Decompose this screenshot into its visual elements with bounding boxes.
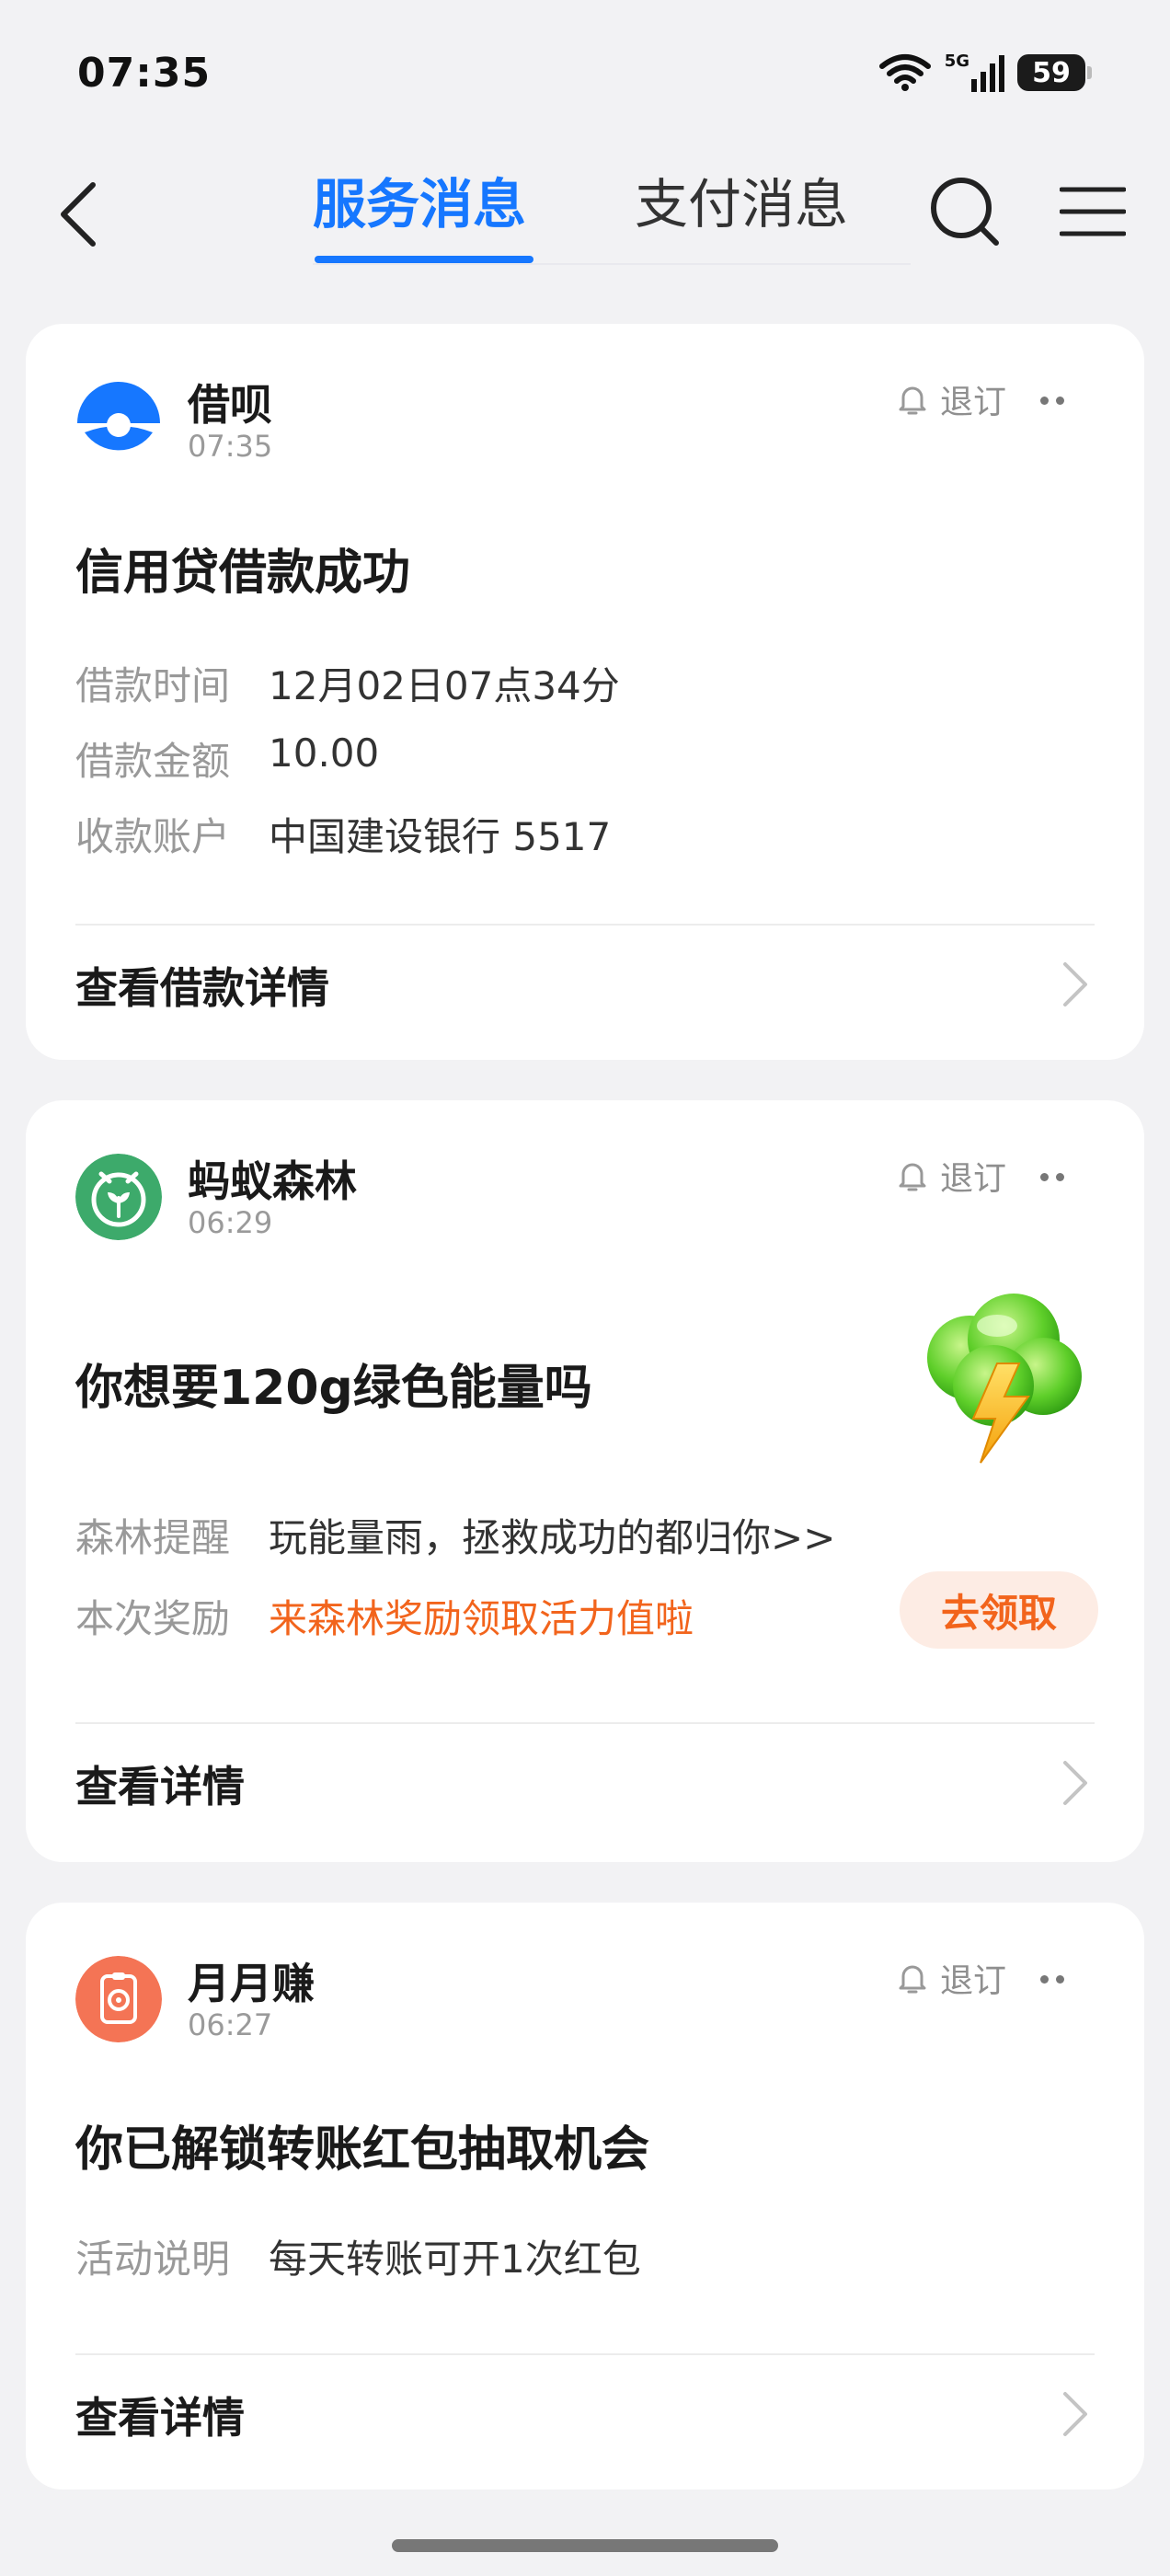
signal-5g-icon: 5G: [945, 53, 1004, 92]
message-time: 06:27: [188, 2007, 273, 2042]
bell-icon: [899, 386, 926, 415]
more-dot-icon: [1056, 396, 1064, 405]
battery-icon: 59: [1017, 54, 1092, 91]
more-options-button[interactable]: [1025, 377, 1080, 423]
view-details-link[interactable]: 查看详情: [26, 1724, 1144, 1834]
field-label: 借款时间: [75, 663, 231, 708]
message-title: 信用贷借款成功: [75, 546, 411, 601]
status-time: 07:35: [77, 50, 212, 97]
menu-button[interactable]: [1054, 166, 1131, 258]
field-row: 活动说明 每天转账可开1次红包: [75, 2228, 641, 2284]
active-tab-indicator: [315, 256, 533, 263]
unsubscribe-label: 退订: [939, 384, 1006, 421]
ant-forest-logo-icon: [75, 1154, 162, 1240]
field-label: 借款金额: [75, 739, 231, 784]
field-label: 活动说明: [75, 2237, 231, 2282]
bell-icon: [899, 1965, 926, 1994]
yueyuezhuan-logo-icon: [75, 1956, 162, 2042]
more-dot-icon: [1040, 1172, 1049, 1181]
chevron-right-icon: [1063, 2392, 1087, 2436]
field-row: 借款时间 12月02日07点34分: [75, 655, 620, 711]
wifi-icon: [878, 53, 932, 92]
unsubscribe-button[interactable]: 退订: [898, 375, 1006, 423]
search-button[interactable]: [923, 166, 1006, 258]
top-nav: 服务消息 支付消息: [0, 147, 1170, 285]
link-label: 查看详情: [75, 2393, 245, 2443]
bell-icon: [899, 1163, 926, 1191]
unsubscribe-button[interactable]: 退订: [898, 1954, 1006, 2002]
more-options-button[interactable]: [1025, 1956, 1080, 2002]
sender-name: 借呗: [188, 380, 272, 430]
home-indicator[interactable]: [392, 2539, 778, 2552]
link-label: 查看详情: [75, 1762, 245, 1811]
claim-reward-button[interactable]: 去领取: [900, 1571, 1098, 1649]
chevron-right-icon: [1063, 1761, 1087, 1805]
view-loan-details-link[interactable]: 查看借款详情: [26, 926, 1144, 1036]
energy-rain-cloud-icon: [905, 1284, 1089, 1468]
message-time: 06:29: [188, 1205, 273, 1240]
search-icon: [931, 178, 999, 246]
status-icons: 5G 59: [878, 53, 1092, 92]
field-row: 森林提醒 玩能量雨，拯救成功的都归你>>: [75, 1507, 835, 1563]
field-label: 森林提醒: [75, 1515, 231, 1560]
tab-service-messages[interactable]: 服务消息: [313, 167, 526, 241]
more-dot-icon: [1056, 1172, 1064, 1181]
field-value: 10.00: [269, 730, 380, 776]
message-time: 07:35: [188, 429, 273, 464]
message-card[interactable]: 借呗 07:35 退订 信用贷借款成功 借款时间 12月02日07点34分 借款…: [26, 324, 1144, 1060]
unsubscribe-button[interactable]: 退订: [898, 1152, 1006, 1200]
field-row: 借款金额 10.00: [75, 730, 379, 787]
unsubscribe-label: 退订: [939, 1962, 1006, 2000]
message-title: 你已解锁转账红包抽取机会: [75, 2122, 650, 2178]
field-row: 收款账户 中国建设银行 5517: [75, 806, 611, 862]
field-label: 本次奖励: [75, 1596, 231, 1641]
jiebei-logo-icon: [75, 377, 162, 464]
more-options-button[interactable]: [1025, 1154, 1080, 1200]
more-dot-icon: [1056, 1974, 1064, 1984]
field-value: 12月02日07点34分: [269, 663, 620, 708]
chevron-right-icon: [1063, 962, 1087, 1006]
status-bar: 07:35 5G 59: [0, 0, 1170, 147]
field-label: 收款账户: [75, 814, 231, 859]
back-arrow-icon: [61, 182, 96, 247]
sender-name: 蚂蚁森林: [188, 1156, 357, 1206]
message-card[interactable]: 蚂蚁森林 06:29 退订 你想要120g绿色能量吗 森林提醒 玩能量雨，拯救成…: [26, 1100, 1144, 1862]
more-dot-icon: [1040, 1974, 1049, 1984]
back-button[interactable]: [46, 173, 110, 256]
network-label: 5G: [944, 52, 969, 71]
hamburger-menu-icon: [1060, 187, 1126, 236]
sender-name: 月月赚: [188, 1959, 315, 2008]
more-dot-icon: [1040, 396, 1049, 405]
link-label: 查看借款详情: [75, 963, 329, 1013]
message-card[interactable]: 月月赚 06:27 退订 你已解锁转账红包抽取机会 活动说明 每天转账可开1次红…: [26, 1903, 1144, 2490]
message-title: 你想要120g绿色能量吗: [75, 1361, 592, 1416]
unsubscribe-label: 退订: [939, 1160, 1006, 1198]
tab-payment-messages[interactable]: 支付消息: [635, 167, 848, 241]
view-details-link[interactable]: 查看详情: [26, 2355, 1144, 2466]
field-value: 来森林奖励领取活力值啦: [269, 1596, 694, 1641]
field-value: 中国建设银行 5517: [269, 814, 612, 859]
field-value: 每天转账可开1次红包: [269, 2237, 641, 2282]
tab-divider: [313, 263, 911, 265]
field-row: 本次奖励 来森林奖励领取活力值啦: [75, 1588, 694, 1644]
field-value[interactable]: 玩能量雨，拯救成功的都归你>>: [269, 1507, 835, 1563]
